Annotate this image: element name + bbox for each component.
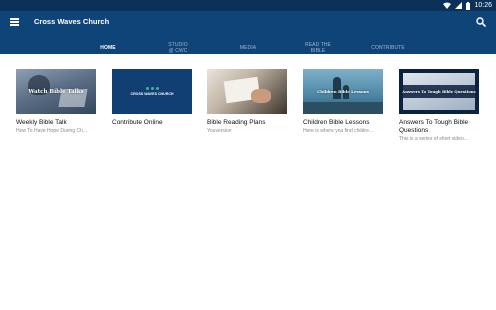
card-weekly-bible-talk[interactable]: Watch Bible Talks Weekly Bible Talk How … xyxy=(16,69,96,134)
thumbnail-text: Children Bible Lessons xyxy=(317,89,369,94)
thumbnail-text: CROSS WAVES CHURCH xyxy=(130,92,174,96)
card-title: Answers To Tough Bible Questions xyxy=(399,119,469,134)
content-area: Watch Bible Talks Weekly Bible Talk How … xyxy=(0,54,496,310)
status-bar: 10:26 xyxy=(0,0,496,11)
card-bible-reading-plans[interactable]: Bible Reading Plans Youversion xyxy=(207,69,287,134)
card-title: Weekly Bible Talk xyxy=(16,119,67,126)
card-title: Children Bible Lessons xyxy=(303,119,370,126)
card-thumbnail: Watch Bible Talks xyxy=(16,69,96,114)
status-time: 10:26 xyxy=(474,2,492,9)
status-icons: 10:26 xyxy=(443,1,492,10)
app-bar: Cross Waves Church HOME STUDIO @ CWC MED… xyxy=(0,11,496,65)
card-subtitle: Youversion xyxy=(207,128,232,134)
card-answers-to-tough-bible-questions[interactable]: Answers To Tough Bible Questions Answers… xyxy=(399,69,479,142)
thumbnail-text: Answers To Tough Bible Questions xyxy=(402,89,476,94)
search-icon[interactable] xyxy=(475,16,487,28)
app-title: Cross Waves Church xyxy=(34,17,110,26)
wifi-icon xyxy=(443,2,452,9)
card-title: Contribute Online xyxy=(112,119,163,126)
card-contribute-online[interactable]: CROSS WAVES CHURCH Contribute Online xyxy=(112,69,192,128)
card-thumbnail: CROSS WAVES CHURCH xyxy=(112,69,192,114)
card-subtitle: This is a series of short video... xyxy=(399,136,468,142)
tab-read-the-bible-label: READ THE BIBLE xyxy=(305,42,331,54)
thumbnail-text: Watch Bible Talks xyxy=(28,88,84,95)
church-logo-icon xyxy=(145,87,159,90)
hamburger-menu-icon[interactable] xyxy=(10,17,22,27)
card-thumbnail: Children Bible Lessons xyxy=(303,69,383,114)
card-thumbnail: Answers To Tough Bible Questions xyxy=(399,69,479,114)
battery-icon xyxy=(466,1,471,10)
card-title: Bible Reading Plans xyxy=(207,119,266,126)
card-thumbnail xyxy=(207,69,287,114)
card-subtitle: Here is where you find childre... xyxy=(303,128,374,134)
signal-icon xyxy=(455,2,463,9)
tab-studio-label: STUDIO @ CWC xyxy=(168,42,188,54)
card-children-bible-lessons[interactable]: Children Bible Lessons Children Bible Le… xyxy=(303,69,383,134)
card-subtitle: How To Have Hope During Ch... xyxy=(16,128,88,134)
